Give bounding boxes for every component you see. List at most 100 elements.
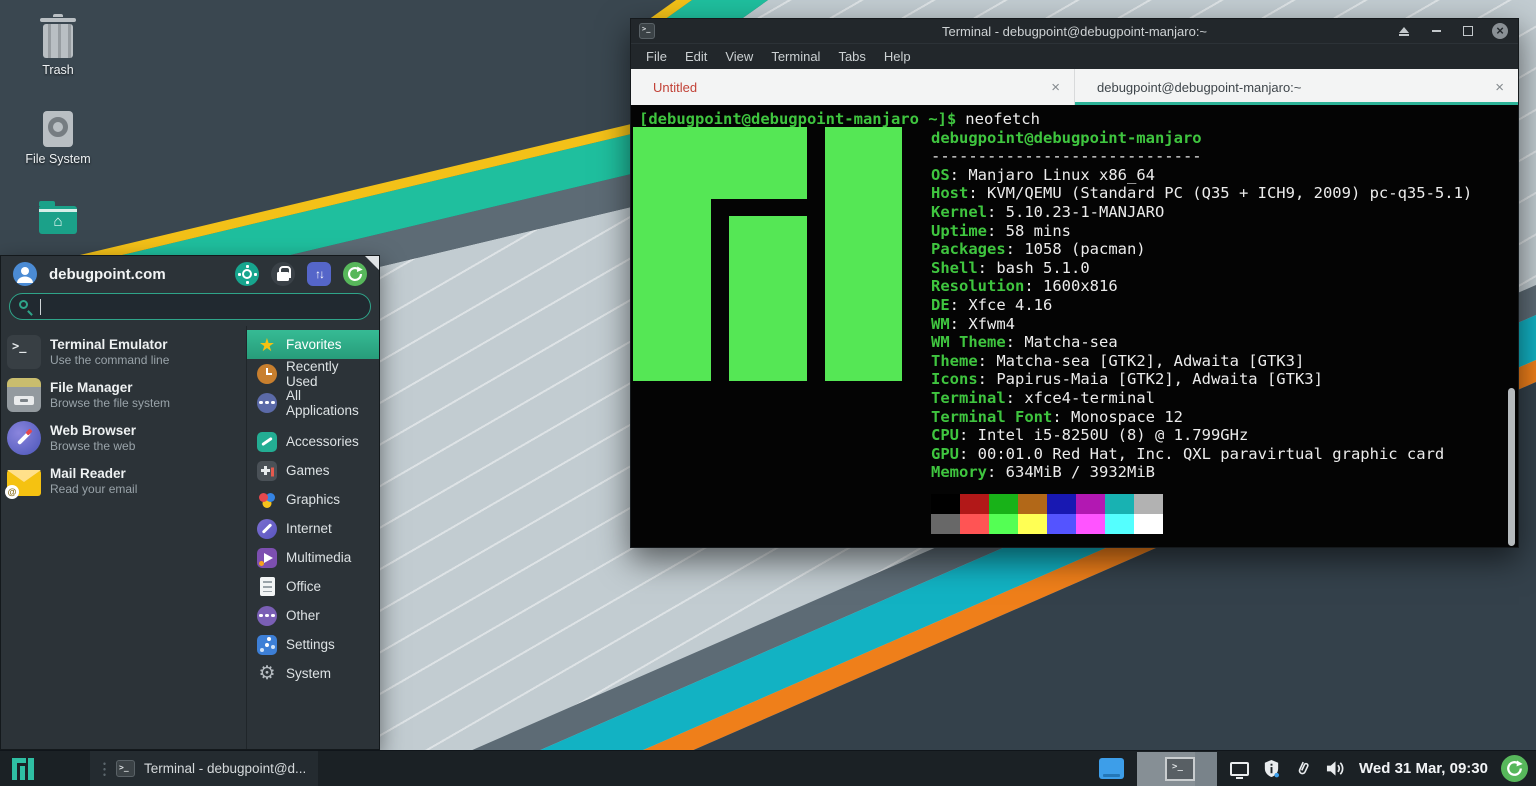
desktop: Trash File System ⌂ debugpoint.com ↑↓	[0, 0, 1536, 786]
palette-row-bright	[931, 514, 1518, 534]
info-key: Memory	[931, 463, 987, 481]
category-label: Internet	[286, 521, 332, 536]
info-key: Kernel	[931, 203, 987, 221]
multimedia-icon	[257, 548, 277, 568]
menu-category-item[interactable]: Internet	[247, 514, 379, 543]
menu-category-item[interactable]: Accessories	[247, 427, 379, 456]
neofetch-info-line: CPU: Intel i5-8250U (8) @ 1.799GHz	[931, 426, 1518, 445]
internet-icon	[257, 519, 277, 539]
info-value: Xfwm4	[968, 315, 1015, 333]
window-titlebar[interactable]: Terminal - debugpoint@debugpoint-manjaro…	[631, 19, 1518, 43]
security-shield-icon[interactable]	[1262, 759, 1281, 778]
category-label: Games	[286, 463, 330, 478]
window-controls	[1396, 19, 1508, 43]
minimize-button[interactable]	[1428, 23, 1444, 39]
logout-icon[interactable]	[1501, 755, 1528, 782]
accessories-icon	[257, 432, 277, 452]
tab-close-icon[interactable]: ×	[1495, 80, 1504, 95]
terminal-window: Terminal - debugpoint@debugpoint-manjaro…	[630, 18, 1519, 548]
search-input[interactable]	[40, 299, 370, 315]
logout-icon[interactable]	[343, 262, 367, 286]
menu-category-item[interactable]: System	[247, 659, 379, 688]
color-swatch	[1018, 514, 1047, 534]
menu-search	[9, 293, 371, 320]
tab-untitled[interactable]: Untitled ×	[631, 69, 1075, 105]
tab-close-icon[interactable]: ×	[1051, 80, 1060, 95]
info-key: OS	[931, 166, 950, 184]
switch-user-icon[interactable]: ↑↓	[307, 262, 331, 286]
app-subtitle: Browse the file system	[50, 396, 170, 411]
manjaro-menu-icon	[12, 758, 34, 780]
menu-category-item[interactable]: Multimedia	[247, 543, 379, 572]
menu-category-item[interactable]: Favorites	[247, 330, 379, 359]
color-swatch	[989, 494, 1018, 514]
menu-category-item[interactable]: Settings	[247, 630, 379, 659]
drag-handle-icon[interactable]	[102, 761, 107, 777]
color-swatch	[1076, 514, 1105, 534]
category-label: All Applications	[286, 388, 369, 418]
settings-icon	[257, 635, 277, 655]
menubar-item[interactable]: Edit	[676, 49, 716, 64]
taskbar-window-button[interactable]: Terminal - debugpoint@d...	[90, 751, 318, 786]
tab-bar: Untitled × debugpoint@debugpoint-manjaro…	[631, 69, 1518, 105]
menubar-item[interactable]: Help	[875, 49, 920, 64]
workspace-2[interactable]	[1195, 752, 1217, 786]
window-title: Terminal - debugpoint@debugpoint-manjaro…	[942, 24, 1207, 39]
menu-category-item[interactable]: Games	[247, 456, 379, 485]
web-browser-icon	[7, 421, 41, 455]
color-swatch	[960, 494, 989, 514]
terminal-scrollbar-thumb[interactable]	[1508, 388, 1515, 546]
category-label: Graphics	[286, 492, 340, 507]
menu-resize-grip[interactable]	[365, 256, 379, 270]
menubar-item[interactable]: Tabs	[829, 49, 874, 64]
color-swatch	[1134, 494, 1163, 514]
menu-app-list: Terminal Emulator Use the command line F…	[1, 326, 247, 749]
desktop-icon-home-folder[interactable]: ⌂	[14, 198, 102, 239]
neofetch-info-line: Host: KVM/QEMU (Standard PC (Q35 + ICH9,…	[931, 184, 1518, 203]
app-title: File Manager	[50, 379, 170, 396]
menu-app-item[interactable]: Web Browser Browse the web	[1, 416, 246, 459]
menu-category-item[interactable]: Graphics	[247, 485, 379, 514]
menu-app-item[interactable]: Terminal Emulator Use the command line	[1, 330, 246, 373]
close-button[interactable]	[1492, 23, 1508, 39]
volume-icon[interactable]	[1325, 759, 1346, 778]
menu-category-item[interactable]: All Applications	[247, 388, 379, 417]
menubar-item[interactable]: View	[716, 49, 762, 64]
shell-command: neofetch	[965, 110, 1040, 128]
display-tray-icon[interactable]	[1230, 762, 1249, 776]
category-label: Settings	[286, 637, 335, 652]
terminal-app-icon	[639, 23, 655, 39]
clipboard-paperclip-icon[interactable]	[1294, 760, 1312, 778]
info-value: 00:01.0 Red Hat, Inc. QXL paravirtual gr…	[978, 445, 1445, 463]
terminal-icon	[7, 335, 41, 369]
color-swatch	[931, 494, 960, 514]
lock-screen-icon[interactable]	[271, 262, 295, 286]
info-key: WM	[931, 315, 950, 333]
workspace-pager[interactable]	[1137, 752, 1217, 786]
menubar-item[interactable]: Terminal	[762, 49, 829, 64]
menu-category-item[interactable]: Other	[247, 601, 379, 630]
whisker-menu-button[interactable]	[0, 751, 46, 786]
info-key: Terminal	[931, 389, 1006, 407]
rollup-button[interactable]	[1396, 23, 1412, 39]
desktop-icon-file-system[interactable]: File System	[14, 109, 102, 166]
terminal-content[interactable]: [debugpoint@debugpoint-manjaro ~]$neofet…	[631, 105, 1518, 547]
app-subtitle: Browse the web	[50, 439, 136, 454]
desktop-icon-trash[interactable]: Trash	[14, 20, 102, 77]
menu-header: debugpoint.com ↑↓	[1, 256, 379, 290]
menubar-item[interactable]: File	[637, 49, 676, 64]
show-desktop-icon[interactable]	[1099, 758, 1124, 779]
menu-app-item[interactable]: File Manager Browse the file system	[1, 373, 246, 416]
avatar[interactable]	[13, 262, 37, 286]
menu-user-title: debugpoint.com	[49, 266, 223, 283]
menu-category-item[interactable]: Office	[247, 572, 379, 601]
menu-category-item[interactable]: Recently Used	[247, 359, 379, 388]
maximize-button[interactable]	[1460, 23, 1476, 39]
settings-manager-icon[interactable]	[235, 262, 259, 286]
clock[interactable]: Wed 31 Mar, 09:30	[1359, 760, 1488, 777]
app-title: Mail Reader	[50, 465, 137, 482]
color-swatch	[931, 514, 960, 534]
tab-active-session[interactable]: debugpoint@debugpoint-manjaro:~ ×	[1075, 69, 1518, 105]
info-value: KVM/QEMU (Standard PC (Q35 + ICH9, 2009)…	[987, 184, 1472, 202]
menu-app-item[interactable]: Mail Reader Read your email	[1, 459, 246, 502]
